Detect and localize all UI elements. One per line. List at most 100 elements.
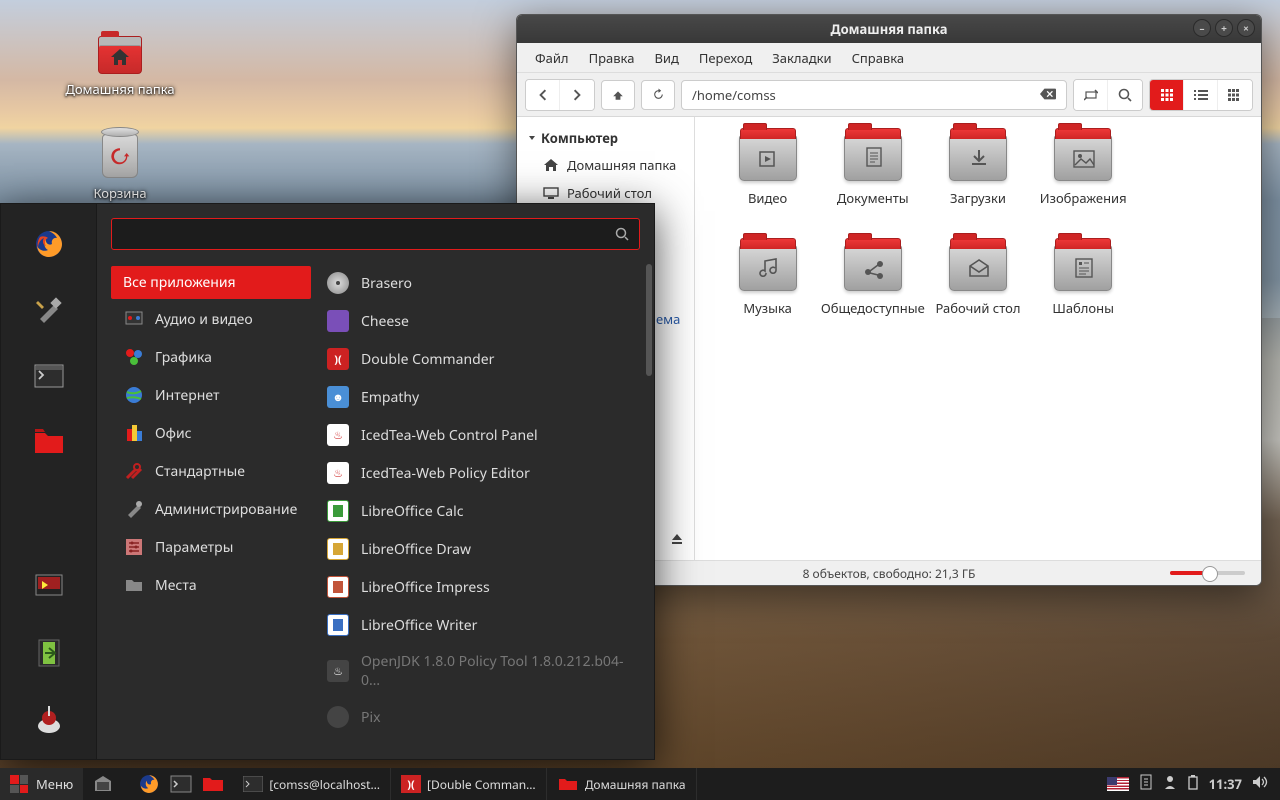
quick-launch xyxy=(83,772,233,796)
window-close-button[interactable]: × xyxy=(1237,19,1255,37)
task-double-commander[interactable]: )([Double Comman… xyxy=(391,768,547,800)
window-title: Домашняя папка xyxy=(831,20,948,38)
app-icedtea-policy[interactable]: ♨IcedTea-Web Policy Editor xyxy=(317,454,648,492)
menu-go[interactable]: Переход xyxy=(689,45,762,71)
toggle-location-button[interactable] xyxy=(1074,80,1108,110)
menu-search-input[interactable] xyxy=(122,225,615,243)
category-graphics[interactable]: Графика xyxy=(111,339,311,375)
keyboard-layout-icon[interactable] xyxy=(1107,777,1129,791)
window-maximize-button[interactable]: + xyxy=(1215,19,1233,37)
fav-files[interactable] xyxy=(25,422,73,462)
zoom-slider[interactable] xyxy=(1170,571,1245,575)
eject-icon[interactable] xyxy=(670,532,684,550)
favorites-sidebar xyxy=(1,204,97,759)
app-libreoffice-writer[interactable]: LibreOffice Writer xyxy=(317,606,648,644)
location-bar[interactable]: /home/comss xyxy=(681,80,1067,110)
location-path: /home/comss xyxy=(692,86,776,104)
start-button[interactable]: Меню xyxy=(0,768,83,800)
app-icedtea-control[interactable]: ♨IcedTea-Web Control Panel xyxy=(317,416,648,454)
category-places[interactable]: Места xyxy=(111,567,311,603)
window-titlebar[interactable]: Домашняя папка – + × xyxy=(517,15,1261,43)
clock[interactable]: 11:37 xyxy=(1209,775,1242,793)
menu-view[interactable]: Вид xyxy=(644,45,688,71)
folder-downloads[interactable]: Загрузки xyxy=(925,135,1030,245)
category-accessories[interactable]: Стандартные xyxy=(111,453,311,489)
nav-forward-button[interactable] xyxy=(560,80,594,110)
app-libreoffice-impress[interactable]: LibreOffice Impress xyxy=(317,568,648,606)
app-libreoffice-calc[interactable]: LibreOffice Calc xyxy=(317,492,648,530)
folder-videos[interactable]: Видео xyxy=(715,135,820,245)
fav-logout[interactable] xyxy=(25,633,73,673)
ql-firefox[interactable] xyxy=(135,772,163,796)
folder-pictures[interactable]: Изображения xyxy=(1031,135,1136,245)
taskbar-tasks: [comss@localhost… )([Double Comman… Дома… xyxy=(233,768,696,800)
ql-show-desktop[interactable] xyxy=(89,772,117,796)
fav-firefox[interactable] xyxy=(25,224,73,264)
sidebar-item-home[interactable]: Домашняя папка xyxy=(517,151,694,179)
tray-battery-icon[interactable] xyxy=(1187,774,1199,794)
task-files[interactable]: Домашняя папка xyxy=(547,768,697,800)
ql-files[interactable] xyxy=(199,772,227,796)
menu-search[interactable] xyxy=(111,218,640,250)
category-list: Все приложения Аудио и видео Графика Инт… xyxy=(97,260,311,759)
menu-edit[interactable]: Правка xyxy=(579,45,645,71)
view-compact-button[interactable] xyxy=(1218,80,1252,110)
tray-updates-icon[interactable] xyxy=(1139,774,1153,794)
category-all-apps[interactable]: Все приложения xyxy=(111,266,311,299)
app-brasero[interactable]: Brasero xyxy=(317,264,648,302)
fav-shutdown[interactable] xyxy=(25,699,73,739)
folder-templates[interactable]: Шаблоны xyxy=(1031,245,1136,355)
menu-help[interactable]: Справка xyxy=(842,45,915,71)
view-icons-button[interactable] xyxy=(1150,80,1184,110)
app-libreoffice-draw[interactable]: LibreOffice Draw xyxy=(317,530,648,568)
task-terminal[interactable]: [comss@localhost… xyxy=(233,768,391,800)
app-openjdk-policy[interactable]: ♨OpenJDK 1.8.0 Policy Tool 1.8.0.212.b04… xyxy=(317,644,648,698)
search-icon xyxy=(615,227,629,241)
category-administration[interactable]: Администрирование xyxy=(111,491,311,527)
app-list: Brasero Cheese )(Double Commander ☻Empat… xyxy=(311,260,654,759)
clear-location-icon[interactable] xyxy=(1040,86,1056,104)
menu-file[interactable]: Файл xyxy=(525,45,579,71)
desktop-icon-label: Корзина xyxy=(60,184,180,202)
toolbar: /home/comss xyxy=(517,73,1261,117)
window-minimize-button[interactable]: – xyxy=(1193,19,1211,37)
reload-button[interactable] xyxy=(641,80,675,110)
menubar: Файл Правка Вид Переход Закладки Справка xyxy=(517,43,1261,73)
category-preferences[interactable]: Параметры xyxy=(111,529,311,565)
distro-logo-icon xyxy=(10,775,28,793)
folder-public[interactable]: Общедоступные xyxy=(820,245,925,355)
fav-terminal[interactable] xyxy=(25,356,73,396)
taskbar: Меню [comss@localhost… )([Double Comman…… xyxy=(0,768,1280,800)
category-office[interactable]: Офис xyxy=(111,415,311,451)
desktop-icon-label: Домашняя папка xyxy=(60,80,180,98)
view-list-button[interactable] xyxy=(1184,80,1218,110)
folder-documents[interactable]: Документы xyxy=(820,135,925,245)
nav-back-button[interactable] xyxy=(526,80,560,110)
menu-bookmarks[interactable]: Закладки xyxy=(762,45,841,71)
tray-user-icon[interactable] xyxy=(1163,774,1177,794)
fav-lock[interactable] xyxy=(25,567,73,607)
scrollbar[interactable] xyxy=(646,264,652,376)
sidebar-section-computer[interactable]: Компьютер xyxy=(517,125,694,151)
fav-settings[interactable] xyxy=(25,290,73,330)
search-button[interactable] xyxy=(1108,80,1142,110)
tray-volume-icon[interactable] xyxy=(1252,775,1268,793)
status-text: 8 объектов, свободно: 21,3 ГБ xyxy=(803,565,976,582)
category-multimedia[interactable]: Аудио и видео xyxy=(111,301,311,337)
app-empathy[interactable]: ☻Empathy xyxy=(317,378,648,416)
folder-desktop[interactable]: Рабочий стол xyxy=(925,245,1030,355)
ql-terminal[interactable] xyxy=(167,772,195,796)
file-grid: Видео Документы Загрузки Изображения Муз… xyxy=(695,117,1261,560)
nav-up-button[interactable] xyxy=(601,80,635,110)
system-tray: 11:37 xyxy=(1095,774,1280,794)
start-menu: Все приложения Аудио и видео Графика Инт… xyxy=(0,203,655,760)
desktop-icon-trash[interactable]: Корзина xyxy=(60,134,180,202)
svg-text:)(: )( xyxy=(407,777,415,792)
folder-music[interactable]: Музыка xyxy=(715,245,820,355)
app-cheese[interactable]: Cheese xyxy=(317,302,648,340)
category-internet[interactable]: Интернет xyxy=(111,377,311,413)
sidebar-peek-text: ема xyxy=(656,310,680,328)
desktop-icon-home[interactable]: Домашняя папка xyxy=(60,36,180,98)
app-pix[interactable]: Pix xyxy=(317,698,648,736)
app-double-commander[interactable]: )(Double Commander xyxy=(317,340,648,378)
